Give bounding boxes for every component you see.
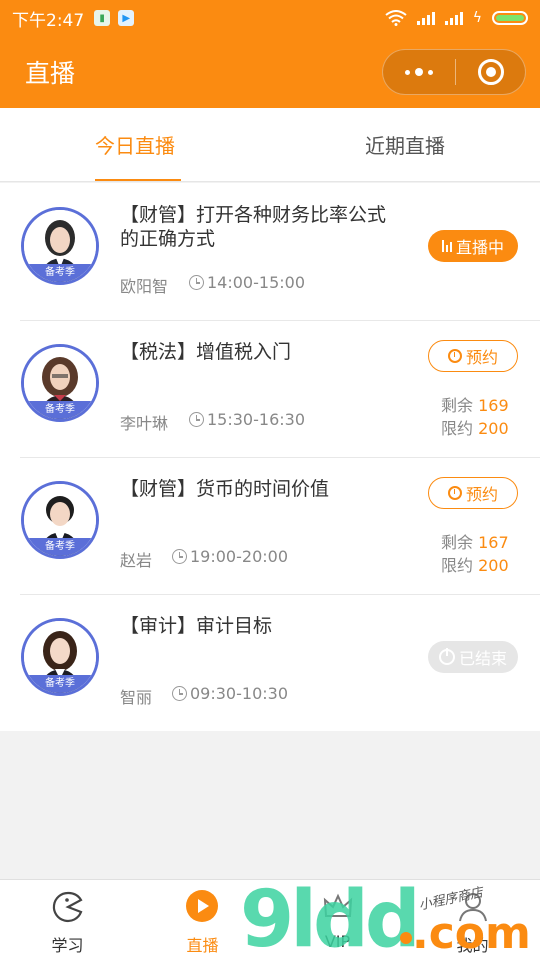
- nav-label: 学习: [51, 936, 84, 955]
- nav-study[interactable]: 学习: [0, 880, 135, 960]
- live-now-button[interactable]: 直播中: [428, 230, 518, 262]
- avatar-badge: 备考季: [24, 675, 96, 693]
- app-header: 直播: [0, 36, 540, 108]
- clock-icon: [172, 686, 187, 701]
- crown-icon: [323, 893, 352, 917]
- avatar-badge: 备考季: [24, 264, 96, 282]
- remaining-count: 剩余 167: [441, 529, 509, 553]
- remaining-value: 167: [478, 533, 509, 552]
- ended-button: 已结束: [428, 641, 518, 673]
- teacher-name: 欧阳智: [120, 277, 169, 296]
- nav-label: 我的: [456, 936, 489, 955]
- button-label: 已结束: [458, 649, 507, 668]
- tab-recent-live[interactable]: 近期直播: [270, 108, 540, 181]
- remaining-value: 169: [478, 396, 509, 415]
- limit-label: 限约: [441, 419, 474, 438]
- clock-icon: [189, 412, 204, 427]
- time-text: 19:00-20:00: [190, 547, 288, 566]
- tab-today-live[interactable]: 今日直播: [0, 108, 270, 181]
- limit-value: 200: [478, 419, 509, 438]
- pacman-icon: [52, 891, 83, 923]
- signal-icon-2: [444, 11, 463, 25]
- course-title: 【税法】增值税入门: [120, 341, 292, 363]
- power-icon: [438, 648, 455, 665]
- remaining-label: 剩余: [441, 533, 474, 552]
- list-item[interactable]: 备考季 【财管】货币的时间价值 赵岩 19:00-20:00 预约 剩余 167…: [0, 457, 540, 594]
- avatar-badge: 备考季: [24, 401, 96, 419]
- avatar: 备考季: [21, 618, 99, 696]
- time-range: 19:00-20:00: [172, 547, 288, 566]
- limit-count: 限约 200: [441, 552, 509, 576]
- nav-mine[interactable]: 我的: [405, 880, 540, 960]
- remaining-label: 剩余: [441, 396, 474, 415]
- target-icon: [477, 59, 504, 85]
- teacher-name: 赵岩: [120, 551, 153, 570]
- nav-label: VIP: [324, 932, 351, 951]
- nav-live[interactable]: 直播: [135, 880, 270, 960]
- dot-icon: [415, 68, 423, 76]
- nav-vip[interactable]: VIP: [270, 880, 405, 960]
- reserve-button[interactable]: 预约: [428, 477, 518, 509]
- limit-count: 限约 200: [441, 415, 509, 439]
- miniprogram-capsule: [382, 49, 526, 95]
- list-item[interactable]: 备考季 【财管】打开各种财务比率公式的正确方式 欧阳智 14:00-15:00 …: [0, 183, 540, 320]
- time-text: 09:30-10:30: [190, 684, 288, 703]
- status-bar: 下午2:47 ▮ ▶ ϟ: [0, 0, 540, 36]
- time-range: 14:00-15:00: [189, 273, 305, 292]
- bottom-nav: 学习 直播 VIP 我的: [0, 879, 540, 960]
- avatar: 备考季: [21, 207, 99, 285]
- avatar: 备考季: [21, 344, 99, 422]
- wifi-icon: [385, 10, 407, 26]
- live-bars-icon: [441, 240, 452, 252]
- course-title: 【财管】货币的时间价值: [120, 478, 330, 500]
- notification-app-icon: ▮: [94, 10, 111, 26]
- dot-icon: [428, 69, 433, 75]
- clock-icon: [172, 549, 187, 564]
- remaining-count: 剩余 169: [441, 392, 509, 416]
- user-icon: [458, 893, 487, 922]
- reserve-button[interactable]: 预约: [428, 340, 518, 372]
- close-miniprogram-button[interactable]: [456, 50, 525, 94]
- list-item[interactable]: 备考季 【审计】审计目标 智丽 09:30-10:30 已结束: [0, 594, 540, 731]
- time-range: 09:30-10:30: [172, 684, 288, 703]
- avatar-badge: 备考季: [24, 538, 96, 556]
- nav-label: 直播: [186, 936, 219, 955]
- page-title: 直播: [25, 59, 76, 88]
- course-title: 【财管】打开各种财务比率公式的正确方式: [120, 204, 387, 250]
- time-text: 15:30-16:30: [207, 410, 305, 429]
- signal-icon: [416, 11, 435, 25]
- time-range: 15:30-16:30: [189, 410, 305, 429]
- live-tabs: 今日直播 近期直播: [0, 108, 540, 182]
- play-icon: [185, 890, 220, 924]
- more-button[interactable]: [383, 50, 455, 94]
- avatar: 备考季: [21, 481, 99, 559]
- button-label: 预约: [465, 485, 498, 504]
- dot-icon: [405, 69, 410, 75]
- battery-icon: [492, 11, 528, 25]
- limit-value: 200: [478, 556, 509, 575]
- button-label: 预约: [465, 348, 498, 367]
- clock-icon: [189, 275, 204, 290]
- charging-icon: ϟ: [472, 10, 482, 26]
- history-icon: [447, 349, 462, 363]
- course-list: 备考季 【财管】打开各种财务比率公式的正确方式 欧阳智 14:00-15:00 …: [0, 183, 540, 731]
- course-title: 【审计】审计目标: [120, 615, 273, 637]
- play-store-icon: ▶: [118, 10, 135, 26]
- history-icon: [447, 486, 462, 500]
- list-item[interactable]: 备考季 【税法】增值税入门 李叶琳 15:30-16:30 预约 剩余 169 …: [0, 320, 540, 457]
- teacher-name: 李叶琳: [120, 414, 169, 433]
- time-text: 14:00-15:00: [207, 273, 305, 292]
- limit-label: 限约: [441, 556, 474, 575]
- teacher-name: 智丽: [120, 688, 153, 707]
- status-time: 下午2:47: [12, 10, 85, 31]
- button-label: 直播中: [455, 238, 504, 257]
